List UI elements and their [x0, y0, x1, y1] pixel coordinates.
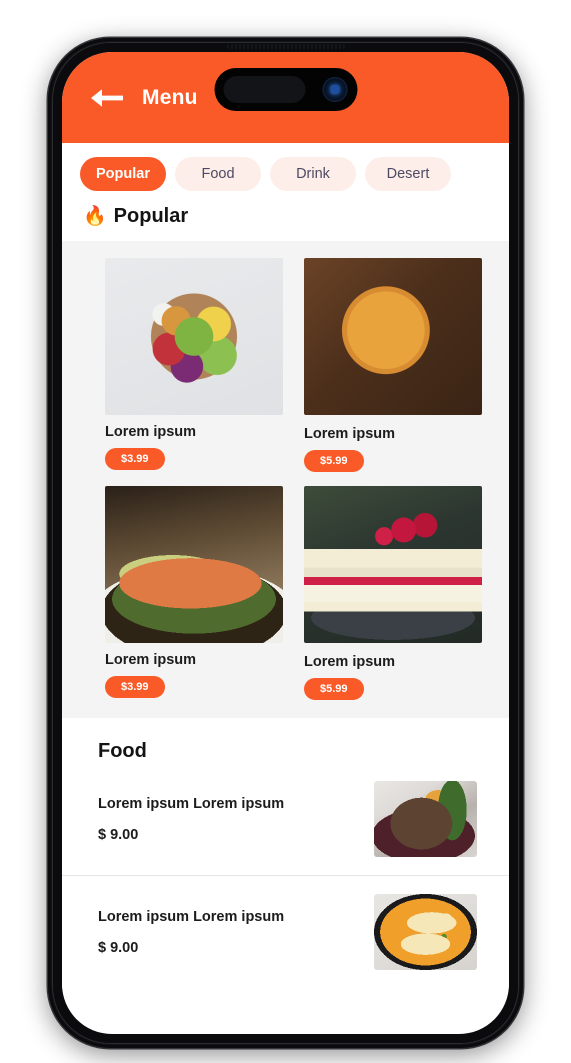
- speaker-grille: [226, 44, 345, 49]
- popular-grid-section: Lorem ipsum $3.99 Lorem ipsum $5.99 Lore…: [62, 241, 509, 718]
- page-title: Menu: [142, 85, 198, 109]
- popular-card-title: Lorem ipsum: [304, 426, 396, 442]
- food-item-name: Lorem ipsum Lorem ipsum: [98, 795, 285, 812]
- price-badge[interactable]: $5.99: [304, 450, 364, 472]
- popular-grid: Lorem ipsum $3.99 Lorem ipsum $5.99 Lore…: [62, 258, 509, 700]
- tab-desert[interactable]: Desert: [365, 157, 451, 191]
- back-arrow-icon[interactable]: [89, 86, 125, 110]
- food-item-info: Lorem ipsum Lorem ipsum $ 9.00: [98, 796, 284, 843]
- popular-heading-label: Popular: [113, 205, 189, 227]
- tab-popular[interactable]: Popular: [80, 157, 166, 191]
- category-tabs: Popular Food Drink Desert: [62, 157, 509, 191]
- fire-icon: 🔥: [83, 206, 107, 227]
- popular-card[interactable]: Lorem ipsum $5.99: [304, 258, 482, 472]
- food-list-item[interactable]: Lorem ipsum Lorem ipsum $ 9.00: [62, 763, 509, 875]
- island-pill: [223, 76, 305, 103]
- salmon-plate-image: [105, 486, 283, 643]
- bbq-chicken-pizza-image: [304, 258, 482, 415]
- dynamic-island: [214, 68, 357, 111]
- food-item-price: $ 9.00: [98, 939, 139, 956]
- food-list-item[interactable]: Lorem ipsum Lorem ipsum $ 9.00: [62, 875, 509, 988]
- popular-card-title: Lorem ipsum: [105, 652, 197, 668]
- popular-card[interactable]: Lorem ipsum $5.99: [304, 486, 482, 700]
- price-badge[interactable]: $3.99: [105, 676, 165, 698]
- popular-card[interactable]: Lorem ipsum $3.99: [105, 258, 283, 472]
- popular-section-heading: 🔥 Popular: [62, 191, 509, 241]
- price-badge[interactable]: $5.99: [304, 678, 364, 700]
- price-badge[interactable]: $3.99: [105, 448, 165, 470]
- tab-food[interactable]: Food: [175, 157, 261, 191]
- food-list-section: Food Lorem ipsum Lorem ipsum $ 9.00 Lore…: [62, 718, 509, 988]
- curry-pan-image: [374, 894, 477, 970]
- popular-card-title: Lorem ipsum: [304, 654, 396, 670]
- popular-card-title: Lorem ipsum: [105, 424, 197, 440]
- food-item-name: Lorem ipsum Lorem ipsum: [98, 908, 285, 925]
- tabs-container: Popular Food Drink Desert 🔥 Popular: [62, 143, 509, 241]
- raspberry-cake-image: [304, 486, 482, 643]
- food-heading-label: Food: [98, 740, 147, 762]
- steak-plate-image: [374, 781, 477, 857]
- popular-card[interactable]: Lorem ipsum $3.99: [105, 486, 283, 700]
- phone-frame: Menu Popular Food Drink Desert 🔥 Popular…: [48, 38, 523, 1048]
- salad-bowl-image: [105, 258, 283, 415]
- food-item-price: $ 9.00: [98, 826, 139, 843]
- food-item-info: Lorem ipsum Lorem ipsum $ 9.00: [98, 909, 284, 956]
- front-camera-icon: [322, 77, 347, 102]
- phone-screen: Menu Popular Food Drink Desert 🔥 Popular…: [62, 52, 509, 1034]
- tab-drink[interactable]: Drink: [270, 157, 356, 191]
